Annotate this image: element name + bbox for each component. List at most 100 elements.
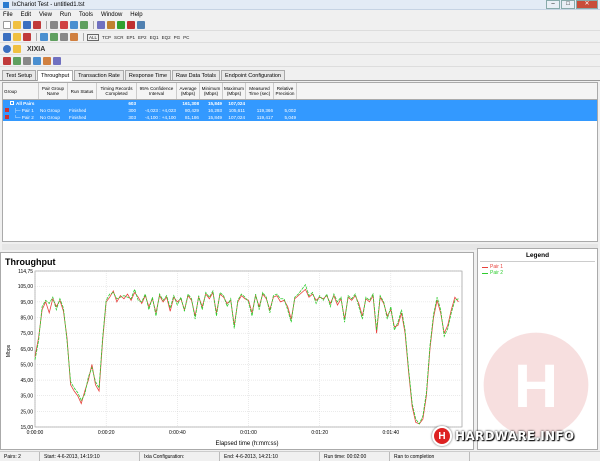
arrow-right-icon[interactable] <box>40 33 48 41</box>
protocol-ep2[interactable]: EP2 <box>138 35 147 40</box>
col-maximum[interactable]: Maximum (Mbps) <box>223 83 246 99</box>
new-file-icon[interactable] <box>3 21 11 29</box>
cell-precision: 5,049 <box>284 115 297 120</box>
status-runtime: Run time: 00:02:00 <box>320 452 390 461</box>
menu-edit[interactable]: Edit <box>21 12 31 18</box>
menu-file[interactable]: File <box>3 12 13 18</box>
protocol-ep1[interactable]: EP1 <box>127 35 136 40</box>
help-icon[interactable] <box>3 45 11 53</box>
tab-raw-data-totals[interactable]: Raw Data Totals <box>172 70 220 80</box>
edit-pair-icon[interactable] <box>107 21 115 29</box>
lightning-icon[interactable] <box>13 45 21 53</box>
y-tick-label: 55,00 <box>20 362 33 368</box>
table-row[interactable]: └─ Pair 2 No Group Finished 303 -4,100 :… <box>3 114 597 121</box>
tab-response-time[interactable]: Response Time <box>124 70 172 80</box>
folder-icon[interactable] <box>13 33 21 41</box>
row-group: ├─ Pair 1 <box>3 108 39 113</box>
col-group[interactable]: Group <box>3 83 39 99</box>
brand-toolbar: XIXIA <box>0 44 600 55</box>
paste-icon[interactable] <box>80 21 88 29</box>
results-tabs: Test Setup Throughput Transaction Rate R… <box>0 70 600 81</box>
record-icon[interactable] <box>23 33 31 41</box>
chart-pane: Throughput Mbps Elapsed time (h:mm:ss) 1… <box>0 252 474 450</box>
play-icon[interactable] <box>3 33 11 41</box>
x-tick-label: 0:01:20 <box>311 430 328 436</box>
cell-timing: 603 <box>128 101 136 106</box>
tab-throughput[interactable]: Throughput <box>37 70 74 81</box>
menu-view[interactable]: View <box>39 12 52 18</box>
table-row[interactable]: ├─ Pair 1 No Group Finished 300 -4,023 :… <box>3 107 597 114</box>
menu-help[interactable]: Help <box>130 12 142 18</box>
tab-transaction-rate[interactable]: Transaction Rate <box>74 70 124 80</box>
minimize-button[interactable]: – <box>546 0 560 9</box>
protocol-pc[interactable]: PC <box>183 35 189 40</box>
tree-line: └─ <box>14 115 22 120</box>
y-tick-label: 75,00 <box>20 331 33 337</box>
add-pair-icon[interactable] <box>97 21 105 29</box>
col-measured-time[interactable]: Measured Time (sec) <box>246 83 274 99</box>
col-run-status[interactable]: Run Status <box>68 83 97 99</box>
y-tick-label: 25,00 <box>20 409 33 415</box>
list-icon[interactable] <box>60 33 68 41</box>
run-icon[interactable] <box>117 21 125 29</box>
chart-icon[interactable] <box>70 33 78 41</box>
y-tick-label: 114,75 <box>18 269 33 275</box>
menu-run[interactable]: Run <box>60 12 71 18</box>
expand-icon[interactable] <box>10 101 14 105</box>
y-tick-label: 85,00 <box>20 316 33 322</box>
protocol-scr[interactable]: SCR <box>114 35 124 40</box>
cell-confidence: -4,100 : +4,100 <box>144 115 176 120</box>
tab-test-setup[interactable]: Test Setup <box>2 70 36 80</box>
legend-label: Pair 2 <box>490 270 504 276</box>
col-timing-records[interactable]: Timing Records Completed <box>97 83 137 99</box>
legend-item-pair-2[interactable]: Pair 2 <box>482 270 597 276</box>
x-tick-label: 0:01:40 <box>382 430 399 436</box>
chart-title: Throughput <box>5 257 55 267</box>
export-icon[interactable] <box>43 57 51 65</box>
legend-swatch <box>482 272 488 274</box>
menu-window[interactable]: Window <box>101 12 122 18</box>
save-as-icon[interactable] <box>33 21 41 29</box>
save-icon[interactable] <box>23 21 31 29</box>
stop-icon[interactable] <box>127 21 135 29</box>
table-row[interactable]: All Pairs 603 161,308 15,849 107,024 <box>3 100 597 107</box>
col-average[interactable]: Average (Mbps) <box>177 83 200 99</box>
cell-minimum: 15,849 <box>207 115 222 120</box>
protocol-eq1[interactable]: EQ1 <box>150 35 159 40</box>
protocol-eq2[interactable]: EQ2 <box>162 35 171 40</box>
cut-icon[interactable] <box>60 21 68 29</box>
check-icon[interactable] <box>50 33 58 41</box>
protocol-pg[interactable]: PG <box>174 35 181 40</box>
tab-endpoint-configuration[interactable]: Endpoint Configuration <box>221 70 285 80</box>
settings-icon[interactable] <box>23 57 31 65</box>
col-relative-precision[interactable]: Relative Precision <box>274 83 297 99</box>
cell-pair-group: No Group <box>40 108 60 113</box>
open-folder-icon[interactable] <box>13 21 21 29</box>
y-tick-label: 45,00 <box>20 378 33 384</box>
network-icon[interactable] <box>13 57 21 65</box>
options-icon[interactable] <box>137 21 145 29</box>
throughput-chart: Throughput Mbps Elapsed time (h:mm:ss) 1… <box>5 257 463 447</box>
cell-run-status: Finished <box>69 108 87 113</box>
flag-icon[interactable] <box>3 57 11 65</box>
menu-tools[interactable]: Tools <box>79 12 93 18</box>
protocol-tcp[interactable]: TCP <box>102 35 111 40</box>
print-icon[interactable] <box>50 21 58 29</box>
cell-time: 119,366 <box>256 108 273 113</box>
maximize-button[interactable]: □ <box>561 0 575 9</box>
window-title: IxChariot Test - untitled1.tst <box>12 1 85 8</box>
report-icon[interactable] <box>53 57 61 65</box>
ixia-logo: XIXIA <box>27 45 46 53</box>
app-icon <box>3 1 9 8</box>
protocol-all[interactable]: ALL <box>87 33 100 41</box>
cell-time: 119,417 <box>256 115 273 120</box>
cell-average: 161,308 <box>182 101 199 106</box>
col-confidence-interval[interactable]: 95% Confidence Interval <box>137 83 177 99</box>
cell-minimum: 16,293 <box>207 108 222 113</box>
cell-average: 80,429 <box>184 108 199 113</box>
close-button[interactable]: ✕ <box>576 0 598 9</box>
copy-icon[interactable] <box>70 21 78 29</box>
col-minimum[interactable]: Minimum (Mbps) <box>200 83 223 99</box>
filter-icon[interactable] <box>33 57 41 65</box>
col-pair-group-name[interactable]: Pair Group Name <box>39 83 68 99</box>
